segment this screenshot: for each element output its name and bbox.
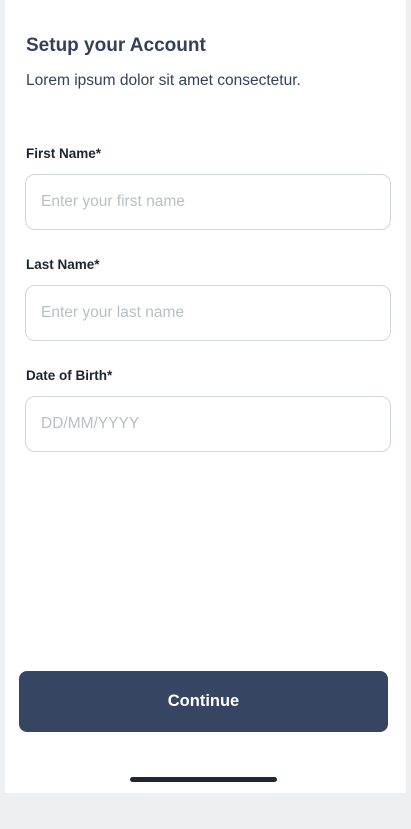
first-name-label: First Name* [26, 146, 102, 161]
last-name-input[interactable] [25, 285, 391, 341]
last-name-label: Last Name* [26, 257, 100, 272]
first-name-input[interactable] [25, 174, 391, 230]
page-subtitle: Lorem ipsum dolor sit amet consectetur. [26, 72, 301, 89]
continue-button[interactable]: Continue [19, 671, 388, 732]
date-of-birth-label: Date of Birth* [26, 368, 113, 383]
page-title: Setup your Account [26, 35, 206, 56]
home-indicator [130, 777, 277, 782]
date-of-birth-input[interactable] [25, 396, 391, 452]
